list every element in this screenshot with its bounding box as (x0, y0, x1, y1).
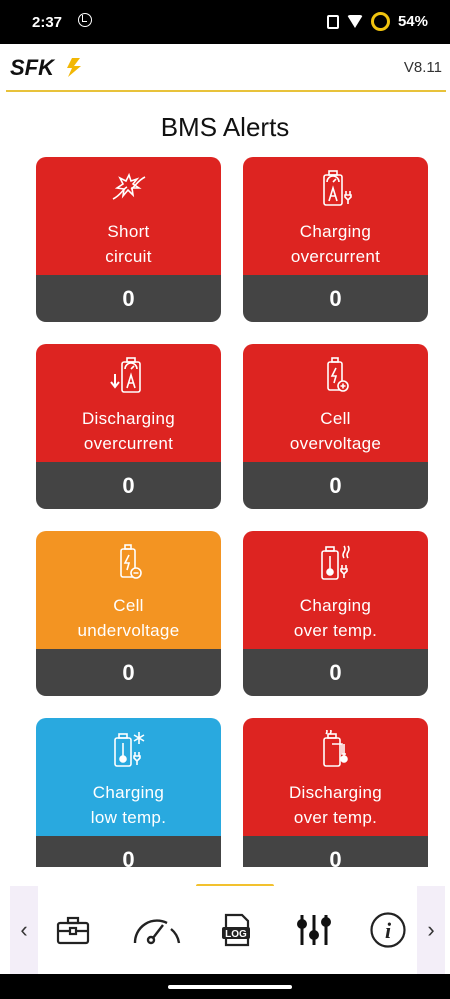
battery-percent: 54% (397, 13, 428, 30)
info-glyph: i (385, 918, 392, 943)
nav-next-button[interactable]: › (417, 886, 445, 974)
alert-label-line1: Charging (299, 222, 372, 241)
status-time: 2:37 (32, 14, 63, 31)
alert-label-line2: overcurrent (290, 247, 381, 266)
alert-label-line1: Cell (113, 596, 144, 615)
alert-label-line1: Charging (92, 783, 165, 802)
header-divider (6, 90, 446, 92)
log-icon: LOG (222, 913, 250, 947)
home-indicator[interactable] (168, 985, 292, 989)
cell-overvoltage-icon (243, 356, 428, 394)
app-version: V8.11 (403, 59, 442, 76)
cell-undervoltage-icon (36, 543, 221, 581)
charging-low-temp-icon (36, 730, 221, 768)
bottom-nav: ‹ LOG i › (0, 886, 450, 974)
battery-saver-icon (370, 12, 390, 31)
alert-card-cell-undervoltage[interactable]: Cell undervoltage 0 (36, 531, 221, 696)
alert-card-charging-over-temp[interactable]: Charging over temp. 0 (243, 531, 428, 696)
alert-label-line2: overvoltage (289, 434, 382, 453)
battery-charging-current-icon (243, 169, 428, 207)
alert-card-header: Discharging over temp. (243, 718, 428, 836)
alert-card-discharging-over-temp[interactable]: Discharging over temp. 0 (243, 718, 428, 867)
alert-label-line1: Cell (320, 409, 351, 428)
system-nav-bar (0, 974, 450, 999)
app-header: SFK V8.11 (0, 44, 450, 92)
alert-count: 0 (243, 836, 428, 867)
alert-card-header: Cell undervoltage (36, 531, 221, 649)
alert-count: 0 (36, 462, 221, 509)
alert-card-header: Short circuit (36, 157, 221, 275)
alert-count: 0 (243, 462, 428, 509)
alert-label-line2: low temp. (90, 808, 167, 827)
alert-label-line1: Discharging (81, 409, 176, 428)
logo-text: SFK (10, 56, 56, 78)
alert-label-line2: circuit (105, 247, 152, 266)
alert-card-short-circuit[interactable]: Short circuit 0 (36, 157, 221, 322)
nav-gauge-button[interactable] (128, 886, 186, 974)
alert-card-charging-overcurrent[interactable]: Charging overcurrent 0 (243, 157, 428, 322)
alert-count: 0 (36, 275, 221, 322)
nav-toolbox-button[interactable] (50, 886, 96, 974)
short-circuit-icon (36, 169, 221, 207)
alert-label-line1: Discharging (288, 783, 383, 802)
charging-over-temp-icon (243, 543, 428, 581)
gauge-icon (133, 919, 181, 945)
alert-label-line2: overcurrent (83, 434, 174, 453)
alert-count: 0 (243, 649, 428, 696)
sfk-logo: SFK (10, 56, 81, 78)
info-icon: i (370, 912, 406, 948)
alert-card-header: Charging low temp. (36, 718, 221, 836)
vibrate-icon (326, 14, 339, 29)
wifi-icon (346, 15, 363, 28)
log-label: LOG (225, 929, 247, 940)
alert-card-header: Discharging overcurrent (36, 344, 221, 462)
alert-card-cell-overvoltage[interactable]: Cell overvoltage 0 (243, 344, 428, 509)
alert-card-header: Charging over temp. (243, 531, 428, 649)
alert-label-line2: over temp. (293, 621, 378, 640)
sliders-icon (297, 915, 331, 945)
alerts-grid[interactable]: Short circuit 0 Charging overcurrent 0 D… (0, 155, 450, 867)
status-bar: 2:37 54% (0, 0, 450, 44)
alert-card-charging-low-temp[interactable]: Charging low temp. 0 (36, 718, 221, 867)
nav-prev-button[interactable]: ‹ (10, 886, 38, 974)
nav-settings-button[interactable] (292, 886, 336, 974)
alert-label-line1: Charging (299, 596, 372, 615)
alert-card-header: Cell overvoltage (243, 344, 428, 462)
page-title: BMS Alerts (160, 112, 290, 142)
battery-discharging-current-icon (36, 356, 221, 394)
alert-card-discharging-overcurrent[interactable]: Discharging overcurrent 0 (36, 344, 221, 509)
status-indicators: 54% (326, 12, 428, 31)
nav-log-button[interactable]: LOG (214, 886, 258, 974)
nav-info-button[interactable]: i (366, 886, 410, 974)
alert-card-header: Charging overcurrent (243, 157, 428, 275)
alert-label-line2: undervoltage (77, 621, 180, 640)
alert-count: 0 (36, 836, 221, 867)
toolbox-icon (56, 916, 90, 945)
alert-label-line1: Short (107, 222, 150, 241)
alert-count: 0 (243, 275, 428, 322)
alert-count: 0 (36, 649, 221, 696)
sync-icon (78, 13, 92, 27)
alert-label-line2: over temp. (293, 808, 378, 827)
discharging-over-temp-icon (243, 730, 428, 768)
